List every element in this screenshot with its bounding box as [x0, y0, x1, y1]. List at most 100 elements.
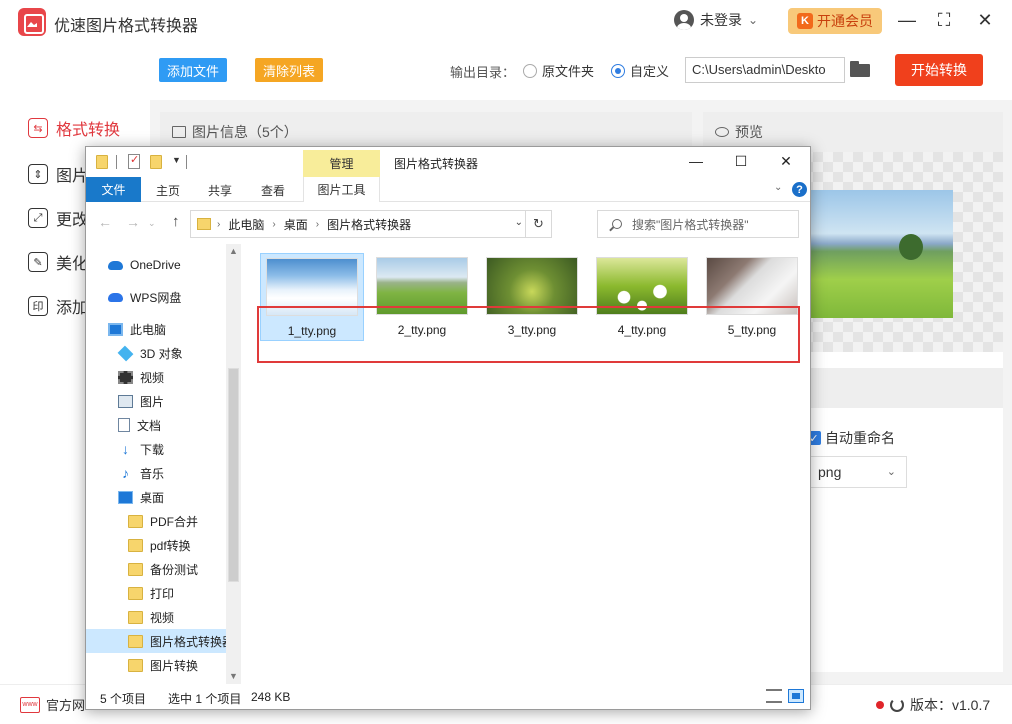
maximize-icon[interactable]: ⛶ [932, 10, 956, 31]
nav-item-label: 备份测试 [150, 562, 199, 577]
sidebar-item-0[interactable]: ⇆ 格式转换 [28, 116, 120, 140]
sidebar-item-1[interactable]: ⇕ 图片 [28, 162, 88, 186]
nav-item[interactable]: 3D 对象 [86, 341, 226, 365]
maximize-icon[interactable]: ☐ [731, 153, 751, 170]
tab-home[interactable]: 主页 [156, 182, 180, 199]
start-convert-button[interactable]: 开始转换 [895, 54, 983, 86]
browse-folder-icon[interactable] [850, 61, 870, 77]
app-title: 优速图片格式转换器 [54, 18, 199, 35]
close-icon[interactable]: ✕ [776, 153, 796, 170]
nav-item[interactable]: OneDrive [86, 253, 226, 277]
scroll-thumb[interactable] [228, 368, 239, 582]
details-view-icon[interactable] [766, 689, 782, 703]
breadcrumb-item[interactable]: 图片格式转换器 [327, 216, 411, 233]
radio-custom-folder[interactable]: 自定义 [611, 61, 669, 80]
login-button[interactable]: 未登录 ⌄ [674, 10, 758, 30]
sidebar-item-3[interactable]: ✎ 美化 [28, 250, 88, 274]
breadcrumb-item[interactable]: 桌面 [284, 216, 308, 233]
nav-item-label: 视频 [140, 370, 165, 385]
breadcrumb-item[interactable]: 此电脑 [228, 216, 264, 233]
3d-objects-icon [117, 345, 134, 361]
nav-item[interactable]: PDF合并 [86, 509, 226, 533]
expand-ribbon-icon[interactable]: ⌄ [774, 182, 782, 193]
address-dropdown-icon[interactable]: ⌄ [515, 217, 523, 228]
quick-access-dropdown-icon[interactable]: ▼ [172, 155, 181, 165]
breadcrumb-separator[interactable]: › [316, 219, 319, 230]
nav-item-label: 3D 对象 [140, 346, 183, 361]
scroll-down-icon[interactable]: ▼ [229, 671, 238, 681]
recent-locations-icon[interactable]: ⌄ [148, 218, 156, 229]
scroll-up-icon[interactable]: ▲ [229, 246, 238, 256]
close-icon[interactable]: ✕ [973, 10, 997, 31]
nav-item[interactable]: ♪ 音乐 [86, 461, 226, 485]
nav-item[interactable]: WPS网盘 [86, 285, 226, 309]
nav-item[interactable]: 此电脑 [86, 317, 226, 341]
nav-item[interactable]: 备份测试 [86, 557, 226, 581]
breadcrumb-separator[interactable]: › [272, 219, 275, 230]
search-input[interactable]: 搜索"图片格式转换器" [597, 210, 799, 238]
tab-view[interactable]: 查看 [261, 182, 285, 199]
nav-item[interactable]: ↓ 下载 [86, 437, 226, 461]
nav-item[interactable]: 图片格式转换器 [86, 629, 226, 653]
forward-icon[interactable]: → [126, 214, 140, 230]
properties-icon[interactable] [128, 153, 140, 169]
auto-rename-checkbox[interactable]: ✓ 自动重命名 [807, 428, 895, 448]
app-titlebar: 优速图片格式转换器 未登录 ⌄ K 开通会员 — ⛶ ✕ [0, 0, 1012, 44]
tab-manage[interactable]: 管理 [303, 150, 380, 177]
radio-original-label: 原文件夹 [542, 64, 595, 79]
folder-icon [128, 586, 143, 600]
refresh-icon[interactable]: ↻ [525, 211, 551, 237]
nav-item[interactable]: 打印 [86, 581, 226, 605]
nav-item[interactable]: 文档 [86, 413, 226, 437]
nav-item[interactable]: 桌面 [86, 485, 226, 509]
selected-size: 248 KB [251, 690, 291, 704]
tab-picture-tools[interactable]: 图片工具 [303, 177, 380, 202]
onedrive-icon [108, 260, 123, 270]
nav-item[interactable]: 视频 [86, 605, 226, 629]
nav-item[interactable]: 图片 [86, 389, 226, 413]
nav-scrollbar[interactable]: ▲ ▼ [226, 244, 241, 684]
radio-dot [523, 63, 537, 78]
quick-access-folder-icon[interactable] [96, 155, 108, 169]
compress-icon: ⇕ [28, 164, 48, 184]
large-icons-view-icon[interactable] [788, 689, 804, 703]
address-bar[interactable]: › 此电脑 › 桌面 › 图片格式转换器 ⌄ ↻ [190, 210, 552, 238]
image-icon [172, 126, 186, 138]
tab-share[interactable]: 共享 [208, 182, 232, 199]
nav-item[interactable]: 视频 [86, 365, 226, 389]
nav-item[interactable]: 图片转换 [86, 653, 226, 677]
folder-icon [128, 562, 143, 576]
official-site-link[interactable]: www 官方网 [20, 695, 85, 714]
clear-list-button[interactable]: 清除列表 [255, 58, 324, 82]
format-value: png [818, 464, 842, 480]
nav-item-label: WPS网盘 [130, 290, 182, 305]
app-logo-icon [18, 8, 46, 36]
minimize-icon[interactable]: — [686, 153, 706, 169]
convert-icon: ⇆ [28, 118, 48, 138]
output-format-select[interactable]: png ⌄ [807, 456, 907, 488]
nav-item-label: 音乐 [140, 466, 165, 481]
downloads-icon: ↓ [122, 440, 129, 457]
nav-item-label: 图片格式转换器 [150, 634, 226, 649]
sidebar-item-4[interactable]: 印添加 [28, 294, 88, 318]
app-toolbar: 添加文件 清除列表 输出目录： 原文件夹 自定义 C:\Users\admin\… [150, 44, 1012, 100]
version-area[interactable]: 版本：v1.0.7 [876, 695, 990, 715]
wps-cloud-icon [108, 292, 123, 302]
nav-item-label: 文档 [137, 418, 162, 433]
search-placeholder: 搜索"图片格式转换器" [632, 217, 749, 232]
login-label: 未登录 [700, 12, 742, 28]
sidebar-item-2[interactable]: ⤢ 更改 [28, 206, 88, 230]
folder-icon [197, 218, 211, 230]
radio-custom-label: 自定义 [630, 64, 670, 79]
back-icon[interactable]: ← [98, 214, 112, 230]
add-files-button[interactable]: 添加文件 [159, 58, 228, 82]
minimize-icon[interactable]: — [895, 10, 919, 31]
help-icon[interactable]: ? [792, 182, 807, 197]
nav-item[interactable]: pdf转换 [86, 533, 226, 557]
output-path-field[interactable]: C:\Users\admin\Deskto [685, 57, 845, 83]
tab-file[interactable]: 文件 [86, 177, 141, 202]
radio-original-folder[interactable]: 原文件夹 [523, 61, 594, 80]
up-icon[interactable]: ↑ [172, 213, 180, 230]
vip-button[interactable]: K 开通会员 [788, 8, 882, 34]
new-folder-icon[interactable] [150, 155, 162, 169]
